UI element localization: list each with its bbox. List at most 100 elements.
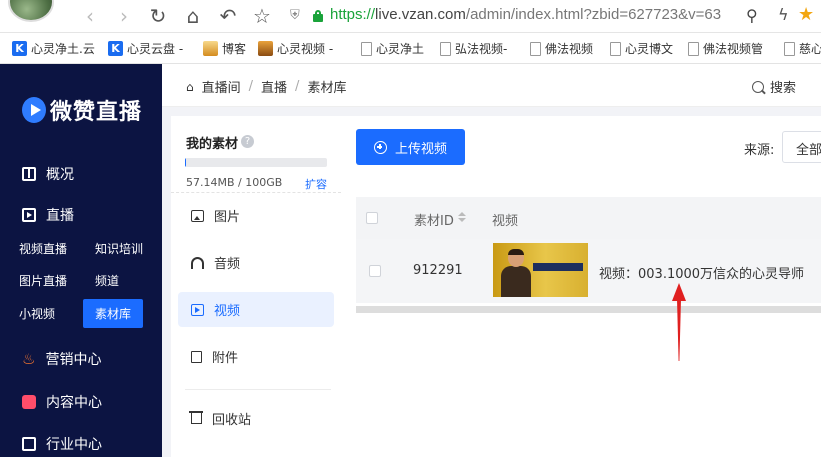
sub-material-library[interactable]: 素材库 (83, 299, 144, 328)
nav-label: 内容中心 (46, 395, 102, 411)
sort-icon[interactable] (458, 212, 466, 224)
bookmark-item[interactable]: 心灵净土 (361, 40, 424, 57)
menu-video[interactable]: 视频 (178, 292, 334, 327)
bookmark-star-icon[interactable]: ☆ (250, 4, 274, 28)
headphones-icon (191, 256, 204, 269)
shield-icon: ⛨ (290, 8, 300, 23)
annotation-arrow (672, 283, 686, 363)
row-checkbox[interactable] (369, 265, 381, 277)
breadcrumb: ⌂ 直播间 / 直播 / 素材库 (186, 77, 346, 96)
sub-short-video[interactable]: 小视频 (19, 305, 55, 322)
sub-image-live[interactable]: 图片直播 (19, 272, 67, 289)
source-label: 来源: (744, 143, 775, 158)
upload-video-button[interactable]: 上传视频 (356, 129, 465, 165)
select-all-checkbox[interactable] (366, 212, 378, 224)
trash-icon (189, 411, 203, 424)
dashboard-icon (22, 167, 36, 181)
bookmark-item[interactable]: 慈心 (784, 40, 821, 57)
document-icon (361, 41, 372, 56)
nav-label: 直播 (46, 208, 74, 224)
bookmark-item[interactable]: 弘法视频- (440, 40, 507, 57)
brand-name: 微赞直播 (50, 100, 143, 125)
nav-label: 行业中心 (46, 437, 102, 453)
nav-marketing[interactable]: ♨ 营销中心 (22, 349, 101, 369)
nav-overview[interactable]: 概况 (22, 164, 74, 184)
image-icon (191, 209, 204, 222)
help-icon[interactable]: ? (241, 135, 254, 148)
menu-label: 回收站 (212, 413, 252, 428)
bookmark-item[interactable]: K 心灵云盘 - (108, 40, 183, 57)
bookmark-item[interactable]: 佛法视频管 (688, 40, 763, 57)
address-bar[interactable]: ⛨ https://live.vzan.com/admin/index.html… (284, 3, 821, 29)
storage-usage: 57.14MB / 100GB (186, 176, 283, 189)
divider (171, 192, 341, 193)
menu-attachments[interactable]: 附件 (178, 339, 334, 374)
sub-training[interactable]: 知识培训 (95, 240, 143, 257)
attachment-icon (191, 350, 202, 363)
header-search[interactable]: 搜索 (752, 77, 796, 96)
video-icon (191, 303, 204, 316)
document-icon (784, 41, 795, 56)
video-thumbnail[interactable] (493, 243, 588, 297)
document-icon (530, 41, 541, 56)
bookmark-item[interactable]: 博客 (203, 40, 246, 57)
undo-icon[interactable]: ↶ (216, 4, 240, 28)
profile-avatar[interactable] (8, 0, 54, 22)
menu-label: 附件 (212, 351, 239, 366)
play-logo-icon (22, 97, 46, 123)
video-title: 视频：003.1000万信众的心灵导师 (599, 267, 805, 282)
sub-video-live[interactable]: 视频直播 (19, 240, 67, 257)
back-icon[interactable]: ‹ (78, 4, 102, 28)
reload-icon[interactable]: ↻ (146, 4, 170, 28)
lock-icon (313, 10, 323, 22)
source-value: 全部 (796, 143, 821, 158)
bookmark-item[interactable]: 心灵视频 - (258, 40, 333, 57)
breadcrumb-item: 素材库 (307, 81, 347, 96)
breadcrumb-item[interactable]: 直播间 (202, 77, 241, 96)
sub-channel[interactable]: 频道 (95, 272, 119, 289)
table-row[interactable]: 912291 视频：003.1000万信众的心灵导师 (356, 239, 821, 303)
menu-label: 视频 (214, 304, 241, 319)
browser-toolbar: ‹ › ↻ ⌂ ↶ ☆ ⛨ https://live.vzan.com/admi… (0, 0, 821, 33)
library-title: 我的素材 (186, 137, 239, 152)
app-sidebar: 微赞直播 概况 直播 视频直播 知识培训 图片直播 频道 小视频 素材库 ♨ 营销… (0, 64, 162, 457)
url-text: https://live.vzan.com/admin/index.html?z… (330, 6, 722, 23)
menu-label: 图片 (214, 210, 241, 225)
material-id: 912291 (413, 263, 463, 278)
bookmarks-bar: K 心灵净土.云 K 心灵云盘 - 博客 心灵视频 - 心灵净土 弘法视频- 佛法视… (0, 33, 821, 64)
lightning-icon[interactable]: ϟ (778, 5, 789, 24)
document-icon (688, 41, 699, 56)
document-icon (440, 41, 451, 56)
search-icon (752, 80, 764, 93)
source-select[interactable]: 全部 (782, 131, 821, 163)
search-label: 搜索 (770, 81, 797, 96)
expand-storage-link[interactable]: 扩容 (305, 176, 327, 192)
nav-live[interactable]: 直播 (22, 205, 74, 225)
menu-recycle-bin[interactable]: 回收站 (178, 401, 334, 436)
main-panel: 上传视频 来源: 全部 素材ID 视频 912291 视频：003.1000万信… (341, 116, 821, 457)
menu-audio[interactable]: 音频 (178, 245, 334, 280)
home-icon[interactable]: ⌂ (181, 4, 205, 28)
nav-label: 概况 (46, 167, 74, 183)
favorite-star-icon[interactable]: ★ (798, 4, 814, 25)
breadcrumb-item[interactable]: 直播 (261, 77, 287, 96)
search-icon[interactable]: ⚲ (746, 6, 758, 25)
menu-images[interactable]: 图片 (178, 198, 334, 233)
bookmark-item[interactable]: 心灵博文 (610, 40, 673, 57)
storage-progress (185, 158, 327, 167)
menu-label: 音频 (214, 257, 241, 272)
nav-content[interactable]: 内容中心 (22, 392, 102, 412)
table-header: 素材ID 视频 (356, 197, 821, 239)
bookmark-item[interactable]: 佛法视频 (530, 40, 593, 57)
column-header-id[interactable]: 素材ID (414, 210, 454, 229)
bookmark-item[interactable]: K 心灵净土.云 (12, 40, 95, 57)
image-icon (203, 41, 218, 56)
storage-progress-fill (185, 158, 186, 167)
nav-industry[interactable]: 行业中心 (22, 434, 102, 454)
brand-logo[interactable]: 微赞直播 (22, 94, 142, 126)
forward-icon[interactable]: › (112, 4, 136, 28)
document-icon (610, 41, 621, 56)
horizontal-scrollbar[interactable] (356, 306, 821, 313)
column-header-video: 视频 (492, 214, 519, 229)
k-logo-icon: K (12, 41, 27, 56)
